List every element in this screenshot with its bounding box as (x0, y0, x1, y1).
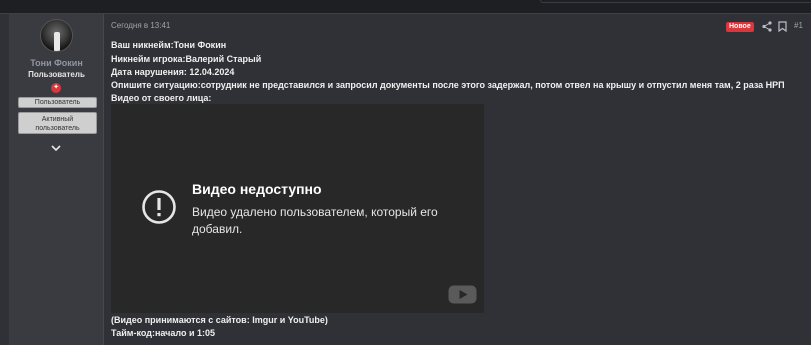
post-line-nickname: Ваш никнейм:Тони Фокин (111, 40, 227, 50)
post-line-timecode: Тайм-код:начало и 1:05 (111, 328, 216, 338)
user-title: Пользователь (28, 70, 85, 79)
post-content: Сегодня в 13:41 Новое #1 Ваш никнейм:Тон… (111, 14, 811, 345)
user-banner-1: Пользователь (18, 97, 97, 108)
user-sidebar: Тони Фокин Пользователь ✦ Пользователь А… (9, 14, 104, 345)
embedded-video[interactable]: Видео недоступно Видео удалено пользоват… (111, 104, 484, 313)
video-title: Видео недоступно (192, 181, 322, 197)
post-line-allowed-sites: (Видео принимаются с сайтов: Imgur и You… (111, 315, 328, 325)
post-line-video: Видео от своего лица: (111, 93, 212, 103)
post-number[interactable]: #1 (794, 21, 803, 30)
alert-icon (142, 190, 176, 224)
top-bar-edge (540, 0, 811, 3)
post-line-situation: Опишите ситуацию:сотрудник не представил… (111, 80, 785, 90)
username[interactable]: Тони Фокин (9, 58, 104, 68)
forum-post: Тони Фокин Пользователь ✦ Пользователь А… (0, 13, 811, 345)
user-banner-2: Активный пользователь (18, 112, 97, 134)
post-line-player: Никнейм игрока:Валерий Старый (111, 54, 262, 64)
bookmark-icon[interactable] (778, 21, 787, 32)
new-badge: Новое (726, 22, 754, 32)
video-message: Видео удалено пользователем, который его… (192, 205, 438, 236)
role-icon: ✦ (51, 83, 61, 93)
share-icon[interactable] (762, 21, 772, 32)
post-line-date: Дата нарушения: 12.04.2024 (111, 67, 235, 77)
post-date[interactable]: Сегодня в 13:41 (111, 21, 170, 30)
top-bar (0, 0, 811, 13)
youtube-icon[interactable] (448, 285, 477, 304)
avatar[interactable] (40, 19, 73, 52)
chevron-down-icon[interactable] (50, 142, 62, 154)
